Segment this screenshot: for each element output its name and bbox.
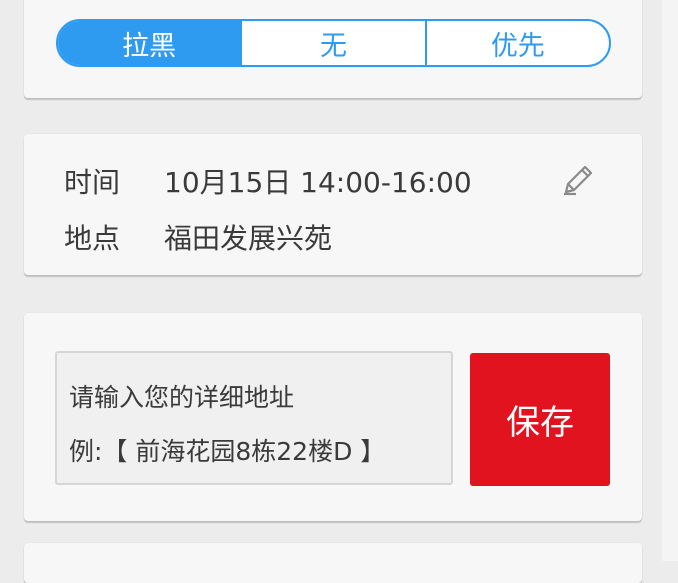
next-card (24, 543, 642, 583)
address-input[interactable]: 请输入您的详细地址 例:【 前海花园8栋22楼D 】 (55, 351, 453, 485)
place-row: 地点 福田发展兴苑 (64, 217, 332, 257)
place-value: 福田发展兴苑 (164, 222, 333, 255)
priority-segmented-control: 拉黑 无 优先 (56, 19, 611, 67)
place-label: 地点 (64, 222, 121, 255)
segment-priority[interactable]: 优先 (424, 21, 609, 65)
time-label: 时间 (64, 166, 121, 199)
appointment-card: 时间 10月15日 14:00-16:00 地点 福田发展兴苑 (24, 134, 642, 275)
right-edge-strip (662, 0, 678, 561)
address-placeholder-line1: 请输入您的详细地址 (69, 383, 295, 412)
save-button[interactable]: 保存 (470, 353, 610, 486)
time-row: 时间 10月15日 14:00-16:00 (64, 161, 472, 201)
segment-none[interactable]: 无 (240, 21, 424, 65)
address-placeholder-line2: 例:【 前海花园8栋22楼D 】 (69, 437, 386, 466)
pencil-icon[interactable] (558, 160, 598, 200)
time-value: 10月15日 14:00-16:00 (164, 166, 472, 199)
priority-card: 拉黑 无 优先 (24, 0, 642, 98)
address-card: 请输入您的详细地址 例:【 前海花园8栋22楼D 】 保存 (24, 313, 642, 521)
segment-blacklist[interactable]: 拉黑 (58, 21, 241, 65)
